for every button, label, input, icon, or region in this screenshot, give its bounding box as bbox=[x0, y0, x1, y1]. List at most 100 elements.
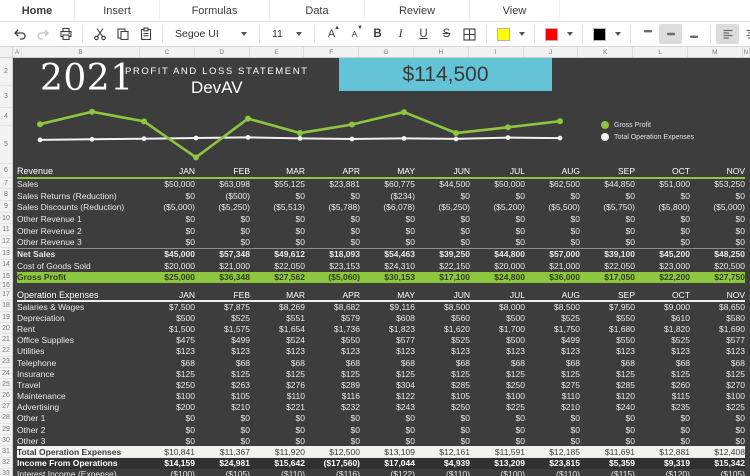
report-year[interactable]: 2021 bbox=[40, 58, 134, 99]
cell-value[interactable]: $0 bbox=[415, 413, 470, 424]
cell-value[interactable]: ($105) bbox=[690, 469, 745, 476]
cell-value[interactable]: $525 bbox=[635, 335, 690, 346]
cell-value[interactable]: $0 bbox=[195, 435, 250, 446]
cell-value[interactable]: $39,250 bbox=[415, 248, 470, 260]
cell-value[interactable]: ($110) bbox=[250, 469, 305, 476]
cell-value[interactable]: $0 bbox=[305, 435, 360, 446]
tab-view[interactable]: View bbox=[470, 0, 560, 21]
cell-value[interactable]: ($5,800) bbox=[635, 201, 690, 213]
cell-value[interactable]: $0 bbox=[635, 190, 690, 202]
row-label[interactable]: Utilities bbox=[17, 346, 140, 357]
cell-value[interactable]: $0 bbox=[690, 424, 745, 435]
month-header-aug[interactable]: AUG bbox=[525, 289, 580, 301]
cell-value[interactable]: $1,750 bbox=[525, 323, 580, 334]
cell-value[interactable]: $0 bbox=[580, 213, 635, 225]
cell-value[interactable]: $12,881 bbox=[635, 446, 690, 457]
cell-value[interactable]: $105 bbox=[415, 391, 470, 402]
row-label[interactable]: Depreciation bbox=[17, 312, 140, 323]
underline-button[interactable]: U bbox=[412, 24, 435, 44]
cell-value[interactable]: $12,161 bbox=[415, 446, 470, 457]
cell-value[interactable]: $125 bbox=[195, 368, 250, 379]
cell-value[interactable]: $17,050 bbox=[580, 272, 635, 284]
row-header-22[interactable]: 22 bbox=[0, 346, 12, 357]
cell-value[interactable]: $0 bbox=[360, 413, 415, 424]
cell-value[interactable]: ($5,000) bbox=[140, 201, 195, 213]
print-button[interactable] bbox=[54, 24, 77, 44]
row-header-3[interactable]: 3 bbox=[0, 86, 12, 108]
cell-value[interactable]: $123 bbox=[470, 346, 525, 357]
cell-value[interactable]: ($5,250) bbox=[415, 201, 470, 213]
cell-value[interactable]: $123 bbox=[525, 346, 580, 357]
column-header-e[interactable]: E bbox=[250, 47, 305, 57]
cell-value[interactable]: $125 bbox=[470, 368, 525, 379]
row-header-9[interactable]: 9 bbox=[0, 201, 12, 213]
cell-value[interactable]: $110 bbox=[525, 391, 580, 402]
border-color-dropdown[interactable] bbox=[611, 24, 625, 44]
strikethrough-button[interactable]: S bbox=[435, 24, 458, 44]
cell-value[interactable]: $120 bbox=[580, 391, 635, 402]
select-all-corner[interactable] bbox=[0, 47, 13, 57]
cell-value[interactable]: $560 bbox=[415, 312, 470, 323]
cell-value[interactable]: $68 bbox=[690, 357, 745, 368]
cell-value[interactable]: $22,050 bbox=[250, 260, 305, 272]
row-header-24[interactable]: 24 bbox=[0, 368, 12, 379]
cell-value[interactable]: $24,800 bbox=[470, 272, 525, 284]
cell-value[interactable]: $0 bbox=[690, 435, 745, 446]
cell-value[interactable]: ($5,250) bbox=[195, 201, 250, 213]
cell-value[interactable]: $68 bbox=[140, 357, 195, 368]
cell-value[interactable]: $500 bbox=[470, 335, 525, 346]
column-header-n[interactable]: N bbox=[743, 47, 750, 57]
cell-value[interactable]: $11,367 bbox=[195, 446, 250, 457]
cell-value[interactable]: $0 bbox=[140, 424, 195, 435]
cell-value[interactable]: $0 bbox=[635, 213, 690, 225]
cell-value[interactable]: $0 bbox=[635, 424, 690, 435]
row-label[interactable]: Rent bbox=[17, 323, 140, 334]
tab-home[interactable]: Home bbox=[0, 0, 75, 21]
row-label[interactable]: Telephone bbox=[17, 357, 140, 368]
cell-value[interactable]: $0 bbox=[635, 225, 690, 237]
cell-value[interactable]: $250 bbox=[470, 379, 525, 390]
cell-value[interactable]: $123 bbox=[305, 346, 360, 357]
row-header-33[interactable]: 33 bbox=[0, 469, 12, 476]
row-header-7[interactable]: 7 bbox=[0, 178, 12, 190]
column-header-k[interactable]: K bbox=[578, 47, 633, 57]
cell-value[interactable]: $36,000 bbox=[525, 272, 580, 284]
cell-value[interactable]: $125 bbox=[305, 368, 360, 379]
column-header-c[interactable]: C bbox=[140, 47, 195, 57]
cell-value[interactable]: $50,000 bbox=[470, 178, 525, 190]
column-header-g[interactable]: G bbox=[359, 47, 414, 57]
cell-value[interactable]: $0 bbox=[470, 236, 525, 248]
cell-value[interactable]: $0 bbox=[635, 413, 690, 424]
cell-value[interactable]: ($6,078) bbox=[360, 201, 415, 213]
cell-value[interactable]: $27,750 bbox=[690, 272, 745, 284]
cell-value[interactable]: $8,682 bbox=[305, 301, 360, 312]
row-header-2[interactable]: 2 bbox=[0, 58, 12, 86]
cell-value[interactable]: $100 bbox=[690, 391, 745, 402]
decrease-font-size-button[interactable]: A▼ bbox=[343, 24, 366, 44]
cell-value[interactable]: $0 bbox=[470, 424, 525, 435]
cell-value[interactable]: $250 bbox=[415, 402, 470, 413]
cell-value[interactable]: $0 bbox=[690, 413, 745, 424]
cell-value[interactable]: $24,310 bbox=[360, 260, 415, 272]
tab-review[interactable]: Review bbox=[365, 0, 470, 21]
report-title-block[interactable]: PROFIT AND LOSS STATEMENT DevAV bbox=[125, 66, 309, 98]
column-header-a[interactable]: A bbox=[13, 47, 22, 57]
cell-value[interactable]: ($500) bbox=[195, 190, 250, 202]
row-header-13[interactable]: 13 bbox=[0, 248, 12, 260]
cell-value[interactable]: $68 bbox=[635, 357, 690, 368]
cell-value[interactable]: ($234) bbox=[360, 190, 415, 202]
redo-button[interactable] bbox=[31, 24, 54, 44]
month-header-jan[interactable]: JAN bbox=[140, 289, 195, 301]
month-header-aug[interactable]: AUG bbox=[525, 164, 580, 178]
copy-button[interactable] bbox=[111, 24, 134, 44]
row-label[interactable]: Total Operation Expenses bbox=[17, 446, 140, 457]
cell-value[interactable]: $0 bbox=[635, 236, 690, 248]
cell-value[interactable]: $125 bbox=[360, 368, 415, 379]
month-header-may[interactable]: MAY bbox=[360, 164, 415, 178]
cell-value[interactable]: $0 bbox=[140, 213, 195, 225]
cell-value[interactable]: $0 bbox=[415, 213, 470, 225]
cell-value[interactable]: $9,319 bbox=[635, 458, 690, 469]
cell-value[interactable]: $7,500 bbox=[140, 301, 195, 312]
cell-value[interactable]: $210 bbox=[525, 402, 580, 413]
cell-value[interactable]: $500 bbox=[470, 312, 525, 323]
